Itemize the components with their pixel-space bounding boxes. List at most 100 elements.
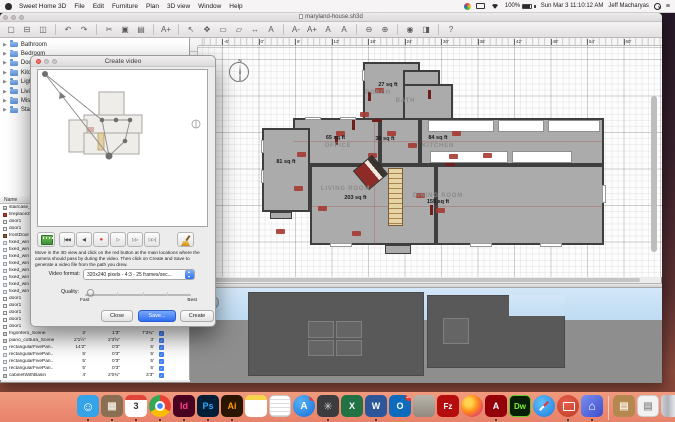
visible-checkbox[interactable]: ✓ xyxy=(159,352,164,357)
bold-icon[interactable]: A xyxy=(321,24,335,36)
dialog-minimize-button[interactable] xyxy=(44,59,49,64)
catalog-category[interactable]: ▶ Bathroom xyxy=(0,40,189,49)
toolbar-button[interactable] xyxy=(178,24,179,35)
dreamweaver-icon[interactable]: Dw xyxy=(508,394,532,422)
side-stoop[interactable] xyxy=(270,212,292,219)
pan-icon[interactable]: ✥ xyxy=(200,24,214,36)
textedit-icon[interactable] xyxy=(268,394,292,422)
select-stepper-icon[interactable]: ▲▼ xyxy=(185,270,194,279)
decrease-text-size-icon[interactable]: A- xyxy=(289,24,303,36)
menu-item[interactable]: File xyxy=(74,3,84,10)
downloads-stack-icon[interactable]: ▤ xyxy=(636,394,660,422)
zoom-out-icon[interactable]: ⊖ xyxy=(362,24,376,36)
toolbar-button[interactable] xyxy=(356,24,357,35)
furniture-row[interactable]: cabinetWithBasin 4' 2'0¾" 3'3" ✓ xyxy=(0,372,189,379)
notepad-icon[interactable] xyxy=(412,394,436,422)
sweet-home-3d-icon[interactable]: ⌂ xyxy=(580,394,604,422)
photoshop-icon[interactable]: Ps xyxy=(196,394,220,422)
indesign-icon[interactable]: Id xyxy=(172,394,196,422)
front-stoop[interactable] xyxy=(385,245,411,254)
generate-video-button[interactable] xyxy=(37,232,55,247)
menu-item[interactable]: Furniture xyxy=(112,3,138,10)
spotlight-icon[interactable] xyxy=(654,3,661,10)
room-dining[interactable] xyxy=(436,165,604,245)
apple-menu-icon[interactable] xyxy=(5,3,12,10)
select-icon[interactable]: ↖ xyxy=(184,24,198,36)
create-text-icon[interactable]: A xyxy=(264,24,278,36)
firefox-icon[interactable] xyxy=(460,394,484,422)
dialog-title-bar[interactable]: Create video xyxy=(31,56,215,67)
plan-vertical-scrollbar[interactable] xyxy=(651,96,657,252)
menu-item[interactable]: Plan xyxy=(146,3,159,10)
trash-icon[interactable] xyxy=(660,394,675,422)
video-format-select[interactable]: 320x240 pixels - 4:3 - 25 frames/sec... … xyxy=(83,269,195,280)
display-icon[interactable] xyxy=(476,3,485,9)
illustrator-icon[interactable]: Ai xyxy=(220,394,244,422)
furniture-row[interactable]: frigorifero_Scene 2' 1'3" 7'3¾" ✓ xyxy=(0,330,189,337)
step-back-button[interactable]: ◀| xyxy=(76,232,92,247)
create-dimensions-icon[interactable]: ↔ xyxy=(248,24,262,36)
system-preferences-icon[interactable]: ✳ xyxy=(316,394,340,422)
play-button[interactable]: ▷ xyxy=(110,232,126,247)
toolbar-button[interactable] xyxy=(55,24,56,35)
dialog-close-button[interactable] xyxy=(36,59,41,64)
furniture-row[interactable]: rectangularFivePan.. 14'2" 0'3" 5' ✓ xyxy=(0,344,189,351)
3d-view[interactable] xyxy=(190,288,662,383)
visible-checkbox[interactable]: ✓ xyxy=(159,331,164,336)
visible-checkbox[interactable]: ✓ xyxy=(159,373,164,378)
visible-checkbox[interactable]: ✓ xyxy=(159,338,164,343)
close-button[interactable]: Close xyxy=(101,310,133,322)
furniture-row[interactable]: rectangularFivePan.. 5' 0'3" 5' ✓ xyxy=(0,365,189,372)
toolbar-button[interactable] xyxy=(153,24,154,35)
excel-icon[interactable]: X xyxy=(340,394,364,422)
plan-canvas[interactable]: N 27 sq ft PORCH BATH 65 sq ft OFFICE 36… xyxy=(198,46,662,277)
cut-icon[interactable]: ✂ xyxy=(102,24,116,36)
record-button[interactable]: ● xyxy=(93,232,109,247)
menu-item[interactable]: Help xyxy=(229,3,242,10)
dock-separator[interactable] xyxy=(604,394,612,422)
visible-checkbox[interactable]: ✓ xyxy=(159,345,164,350)
fast-forward-button[interactable]: ▷▷ xyxy=(127,232,143,247)
help-icon[interactable]: ? xyxy=(444,24,458,36)
disclosure-triangle-icon[interactable]: ▶ xyxy=(3,60,7,66)
disclosure-triangle-icon[interactable]: ▶ xyxy=(3,89,7,95)
menu-item[interactable]: 3D view xyxy=(167,3,190,10)
video-icon[interactable]: ◨ xyxy=(419,24,433,36)
dialog-zoom-button[interactable] xyxy=(52,59,57,64)
camera-path-preview[interactable] xyxy=(37,69,208,227)
menu-clock[interactable]: Sun Mar 3 11:10:12 AM xyxy=(541,3,604,9)
save-icon[interactable]: ◫ xyxy=(36,24,50,36)
notification-center-icon[interactable]: ≡ xyxy=(666,3,670,10)
redo-icon[interactable]: ↷ xyxy=(77,24,91,36)
acrobat-icon[interactable]: A xyxy=(484,394,508,422)
toolbar-button[interactable] xyxy=(283,24,284,35)
disclosure-triangle-icon[interactable]: ▶ xyxy=(3,51,7,57)
quality-slider-thumb[interactable] xyxy=(87,289,94,296)
status-app-icon[interactable] xyxy=(464,3,471,10)
visible-checkbox[interactable]: ✓ xyxy=(159,359,164,364)
add-furniture-icon[interactable]: A+ xyxy=(159,24,173,36)
furniture-row[interactable]: rectangularFivePan.. 5' 0'3" 5' ✓ xyxy=(0,358,189,365)
furniture-row[interactable]: mensolaXcucina 5' 1'11¾" 5' ✓ xyxy=(0,379,189,380)
plan-horizontal-scrollbar[interactable] xyxy=(210,278,640,282)
calendar-icon[interactable]: 3 xyxy=(124,394,148,422)
undo-icon[interactable]: ↶ xyxy=(61,24,75,36)
go-end-button[interactable]: ▷▷| xyxy=(144,232,160,247)
save-button[interactable]: Save... xyxy=(138,310,176,322)
clear-path-button[interactable] xyxy=(177,232,194,247)
remote-desktop-icon[interactable] xyxy=(556,394,580,422)
quality-slider-track[interactable] xyxy=(85,294,191,296)
toolbar-button[interactable] xyxy=(96,24,97,35)
increase-text-size-icon[interactable]: A+ xyxy=(305,24,319,36)
wifi-icon[interactable] xyxy=(490,4,500,9)
create-rooms-icon[interactable]: ▱ xyxy=(232,24,246,36)
disclosure-triangle-icon[interactable]: ▶ xyxy=(3,107,7,113)
create-walls-icon[interactable]: ▭ xyxy=(216,24,230,36)
menu-item[interactable]: Edit xyxy=(93,3,104,10)
zoom-in-icon[interactable]: ⊕ xyxy=(378,24,392,36)
calculator-icon[interactable]: ▦ xyxy=(100,394,124,422)
menu-item[interactable]: Sweet Home 3D xyxy=(19,3,66,10)
paste-icon[interactable]: ▤ xyxy=(134,24,148,36)
visible-checkbox[interactable]: ✓ xyxy=(159,366,164,371)
menu-item[interactable]: Window xyxy=(198,3,221,10)
